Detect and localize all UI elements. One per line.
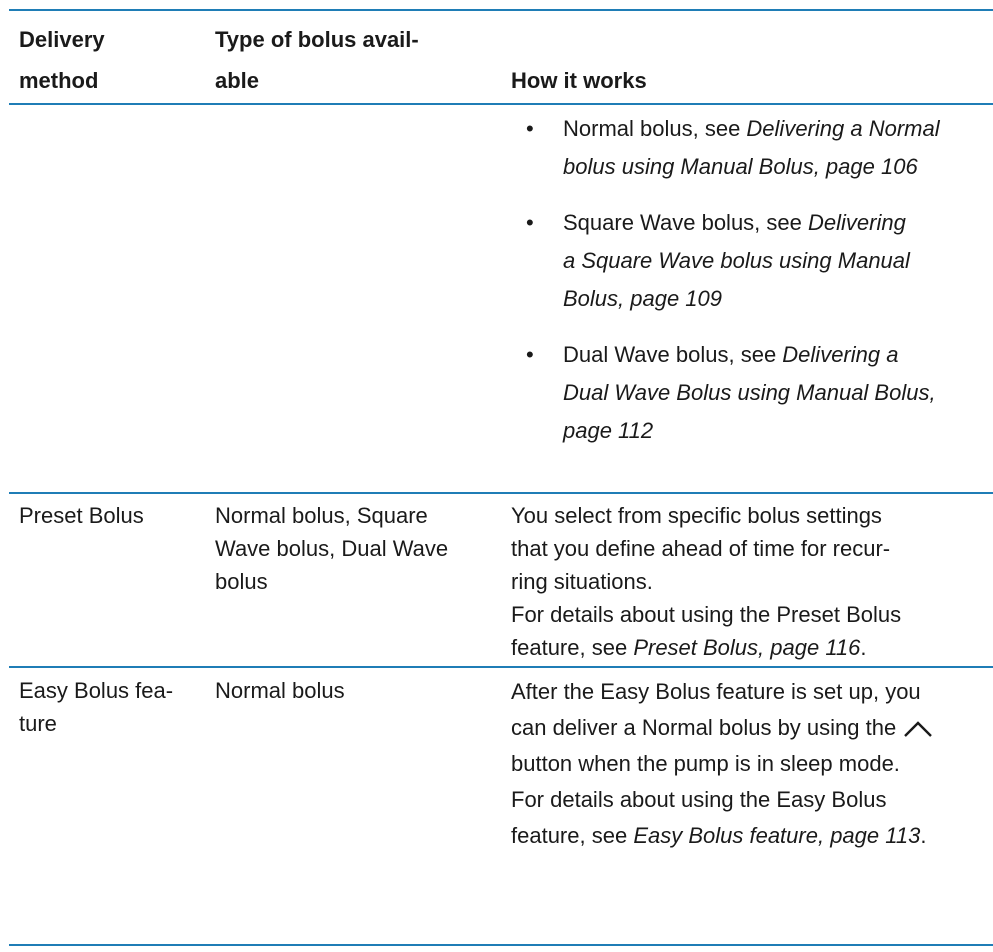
list-item: • Dual Wave bolus, see Delivering a Dual… [511,336,993,450]
table-bottom-rule [9,944,993,946]
how-line: that you define ahead of time for recur- [511,536,891,561]
bullet-ref: Delivering a [782,342,899,367]
row-easy-how: After the Easy Bolus feature is set up, … [511,674,993,854]
row-rule [9,666,993,668]
details-text: feature, see [511,823,634,848]
header-how-it-works: How it works [511,68,647,93]
bullet-ref: Delivering [808,210,906,235]
how-line: can deliver a Normal bolus by using the [511,710,993,746]
header-delivery-method-line1: Delivery [19,27,105,52]
how-text: can deliver a Normal bolus by using the [511,715,897,740]
row-rule [9,492,993,494]
header-delivery-method: Delivery method [19,19,105,101]
list-item: • Normal bolus, see Delivering a Normal … [511,110,993,186]
how-line: button when the pump is in sleep mode. [511,751,900,776]
how-line: ring situations. [511,569,653,594]
table-top-rule [9,9,993,11]
how-line: After the Easy Bolus feature is set up, … [511,679,921,704]
row-easy-method: Easy Bolus fea- ture [19,674,173,740]
cross-reference: Easy Bolus feature, page 113 [633,823,921,848]
bullet-lead: Dual Wave bolus, see [563,342,783,367]
cross-reference: Preset Bolus, page 116 [633,635,861,660]
method-line: ture [19,711,57,736]
row-easy-type: Normal bolus [215,678,345,703]
details-line: For details about using the Preset Bolus [511,602,902,627]
type-line: bolus [215,569,268,594]
manual-bolus-bullet-list: • Normal bolus, see Delivering a Normal … [511,110,993,468]
details-text: feature, see [511,635,634,660]
bullet-dot: • [526,116,534,141]
bullet-ref: bolus using Manual Bolus, page 106 [563,154,918,179]
header-rule [9,103,993,105]
up-arrow-icon [904,721,933,738]
bullet-ref: Bolus, page 109 [563,286,723,311]
bullet-lead: Normal bolus, see [563,116,747,141]
bullet-dot: • [526,210,534,235]
type-line: Wave bolus, Dual Wave [215,536,449,561]
row-preset-how: You select from specific bolus settings … [511,499,993,664]
list-item: • Square Wave bolus, see Delivering a Sq… [511,204,993,318]
bullet-ref: a Square Wave bolus using Manual [563,248,910,273]
type-line: Normal bolus, Square [215,503,428,528]
bullet-lead: Square Wave bolus, see [563,210,808,235]
how-line: You select from specific bolus settings [511,503,882,528]
details-end: . [920,823,927,848]
row-preset-type: Normal bolus, Square Wave bolus, Dual Wa… [215,499,448,598]
row-preset-method: Preset Bolus [19,503,144,528]
details-end: . [860,635,867,660]
bullet-ref: page 112 [563,418,654,443]
bullet-dot: • [526,342,534,367]
bullet-ref: Dual Wave Bolus using Manual Bolus, [563,380,936,405]
header-type-of-bolus: Type of bolus avail- able [215,19,419,101]
details-line: feature, see Preset Bolus, page 116. [511,631,993,664]
header-delivery-method-line2: method [19,68,99,93]
header-type-line1: Type of bolus avail- [215,27,419,52]
header-type-line2: able [215,68,260,93]
bullet-ref: Delivering a Normal [746,116,940,141]
details-line: For details about using the Easy Bolus [511,787,887,812]
details-line: feature, see Easy Bolus feature, page 11… [511,818,993,854]
method-line: Easy Bolus fea- [19,678,174,703]
